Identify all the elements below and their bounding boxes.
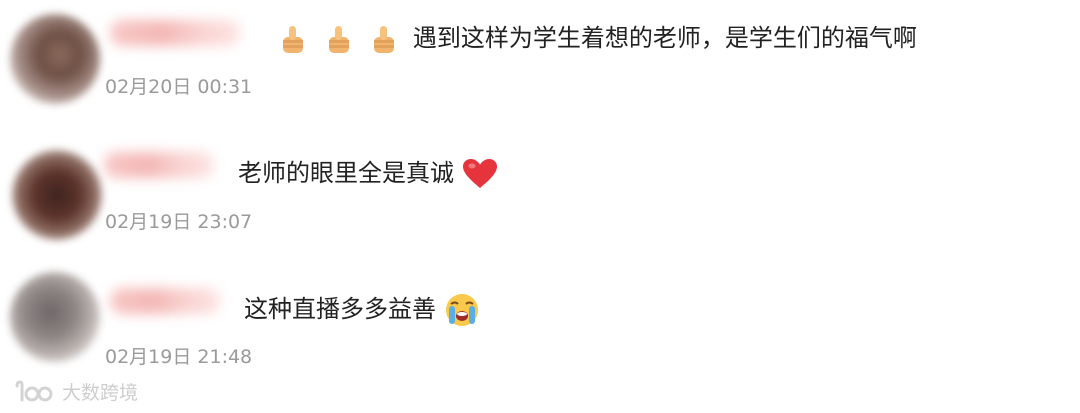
brand-logo-icon	[15, 379, 53, 401]
thumbs-up-icon	[322, 22, 356, 56]
comment-text: 老师的眼里全是真诚	[238, 159, 454, 187]
username-blurred[interactable]	[104, 152, 214, 178]
avatar[interactable]	[10, 272, 100, 362]
comment-content: 这种直播多多益善	[244, 292, 484, 328]
avatar[interactable]	[10, 14, 100, 104]
comment-content: 遇到这样为学生着想的老师，是学生们的福气啊	[276, 22, 917, 56]
comment-item: 老师的眼里全是真诚 02月19日 23:07	[0, 130, 1080, 260]
comment-timestamp: 02月19日 21:48	[105, 346, 253, 368]
comment-timestamp: 02月20日 00:31	[105, 76, 253, 98]
avatar[interactable]	[12, 150, 102, 240]
comment-text: 遇到这样为学生着想的老师，是学生们的福气啊	[412, 24, 917, 52]
crying-face-icon	[444, 292, 480, 328]
comment-item: 遇到这样为学生着想的老师，是学生们的福气啊 02月20日 00:31	[0, 0, 1080, 130]
thumbs-up-icon	[367, 22, 401, 56]
red-heart-icon	[462, 158, 498, 190]
username-blurred[interactable]	[110, 20, 240, 46]
watermark: 大数跨境	[14, 378, 138, 405]
comment-text: 这种直播多多益善	[244, 295, 436, 323]
thumbs-up-icon	[276, 22, 310, 56]
comment-item: 这种直播多多益善 02月19日 21:48	[0, 260, 1080, 390]
comment-timestamp: 02月19日 23:07	[105, 211, 253, 233]
username-blurred[interactable]	[110, 288, 220, 314]
watermark-brand: 大数跨境	[62, 382, 139, 404]
comment-content: 老师的眼里全是真诚	[238, 158, 502, 190]
